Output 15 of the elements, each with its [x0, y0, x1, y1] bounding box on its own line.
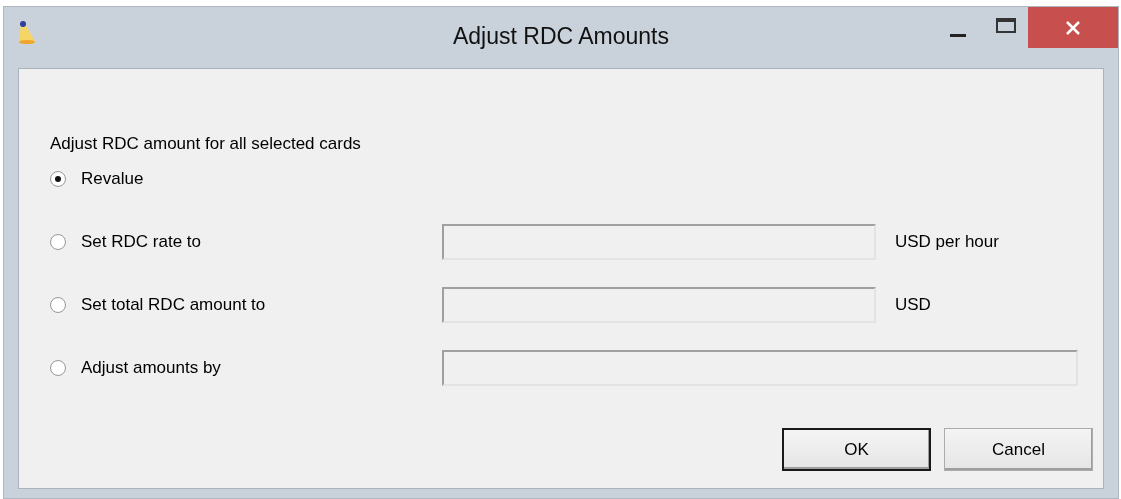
- radio-button[interactable]: [50, 171, 66, 187]
- radio-label[interactable]: Set total RDC amount to: [81, 295, 266, 315]
- radio-label[interactable]: Set RDC rate to: [81, 232, 201, 252]
- radio-label[interactable]: Adjust amounts by: [81, 358, 221, 378]
- radio-button[interactable]: [50, 360, 66, 376]
- radio-button[interactable]: [50, 297, 66, 313]
- ok-button[interactable]: OK: [782, 428, 931, 471]
- unit-label: USD per hour: [895, 231, 1000, 253]
- close-icon: [1065, 19, 1081, 36]
- unit-label: USD: [895, 294, 932, 316]
- instruction-text: Adjust RDC amount for all selected cards: [50, 133, 361, 155]
- cancel-button[interactable]: Cancel: [944, 428, 1093, 471]
- radio-label[interactable]: Revalue: [81, 169, 144, 189]
- radio-button[interactable]: [50, 234, 66, 250]
- window-title: Adjust RDC Amounts: [453, 23, 669, 49]
